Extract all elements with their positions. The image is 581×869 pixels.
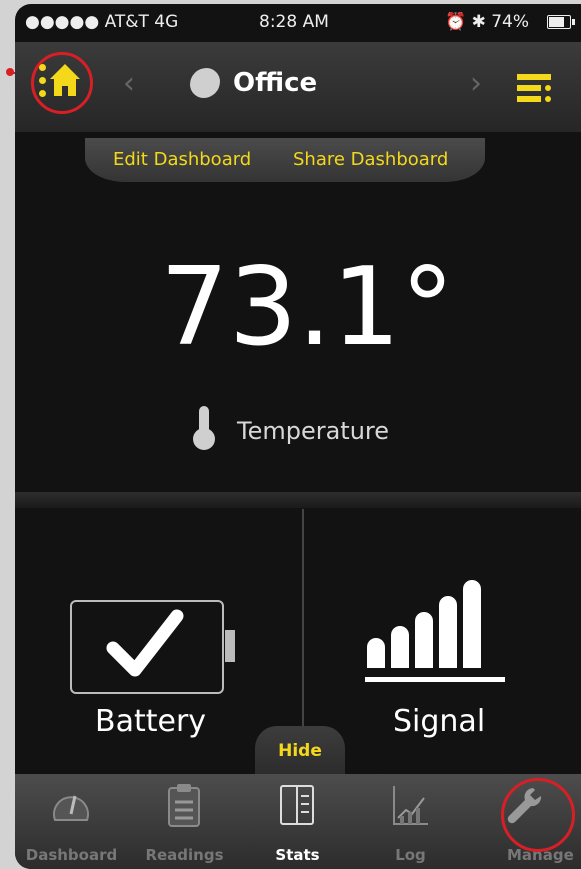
menu-dot — [545, 96, 551, 102]
tab-label: Stats — [275, 846, 320, 864]
nav-bar: ‹ Office › — [15, 42, 581, 132]
clipboard-icon — [168, 784, 200, 827]
temperature-panel: 73.1° Temperature — [15, 184, 581, 494]
menu-line — [517, 96, 541, 102]
signal-icon — [365, 580, 505, 690]
hide-button[interactable]: Hide — [255, 726, 345, 774]
stats-icon — [280, 785, 314, 825]
tab-dashboard[interactable]: Dashboard — [15, 774, 128, 869]
signal-label: Signal — [393, 704, 486, 739]
home-icon — [50, 64, 80, 96]
status-indicators: ⏰ ✱ 74% — [445, 12, 530, 32]
location-icon — [190, 68, 220, 98]
signal-base — [365, 677, 505, 682]
gauge-icon — [53, 795, 89, 821]
share-dashboard-link[interactable]: Share Dashboard — [293, 149, 448, 170]
menu-line — [517, 85, 541, 91]
next-location-button[interactable]: › — [470, 66, 482, 101]
menu-dot — [545, 85, 551, 91]
tab-label: Readings — [145, 846, 224, 864]
tab-readings[interactable]: Readings — [128, 774, 241, 869]
phone-screen: ●●●●● AT&T 4G 8:28 AM ⏰ ✱ 74% ‹ Office ›… — [15, 4, 581, 869]
tab-label: Log — [395, 846, 426, 864]
carrier-text: ●●●●● AT&T 4G — [25, 12, 179, 32]
location-title: Office — [233, 68, 318, 98]
signal-bar — [367, 638, 385, 668]
signal-bar — [463, 580, 481, 668]
signal-bar — [439, 596, 457, 668]
temperature-value: 73.1° — [160, 245, 455, 370]
battery-label: Battery — [95, 704, 207, 739]
menu-icon[interactable] — [517, 74, 551, 104]
battery-icon-terminal — [225, 630, 235, 662]
previous-location-button[interactable]: ‹ — [123, 66, 135, 101]
clock-text: 8:28 AM — [259, 12, 329, 32]
highlight-circle — [501, 778, 575, 852]
home-button[interactable] — [31, 52, 93, 114]
temperature-label: Temperature — [237, 417, 390, 445]
home-dot-icon — [39, 77, 46, 84]
thermometer-icon — [193, 406, 215, 452]
section-divider — [15, 492, 581, 508]
home-dot-icon — [39, 64, 46, 71]
tab-log[interactable]: Log — [354, 774, 467, 869]
signal-bar — [391, 626, 409, 668]
status-bar: ●●●●● AT&T 4G 8:28 AM ⏰ ✱ 74% — [15, 4, 581, 42]
menu-line — [517, 74, 551, 80]
tab-bar: Dashboard Readings Stats Log Manage — [15, 774, 581, 869]
battery-status-icon — [547, 15, 575, 29]
checkmark-icon — [106, 609, 184, 677]
home-dot-icon — [39, 90, 46, 97]
signal-bar — [415, 612, 433, 668]
chart-icon — [393, 786, 428, 825]
dashboard-actions: Edit Dashboard Share Dashboard — [85, 138, 485, 182]
edit-dashboard-link[interactable]: Edit Dashboard — [113, 149, 251, 170]
tab-label: Dashboard — [25, 846, 118, 864]
tab-stats[interactable]: Stats — [241, 774, 354, 869]
